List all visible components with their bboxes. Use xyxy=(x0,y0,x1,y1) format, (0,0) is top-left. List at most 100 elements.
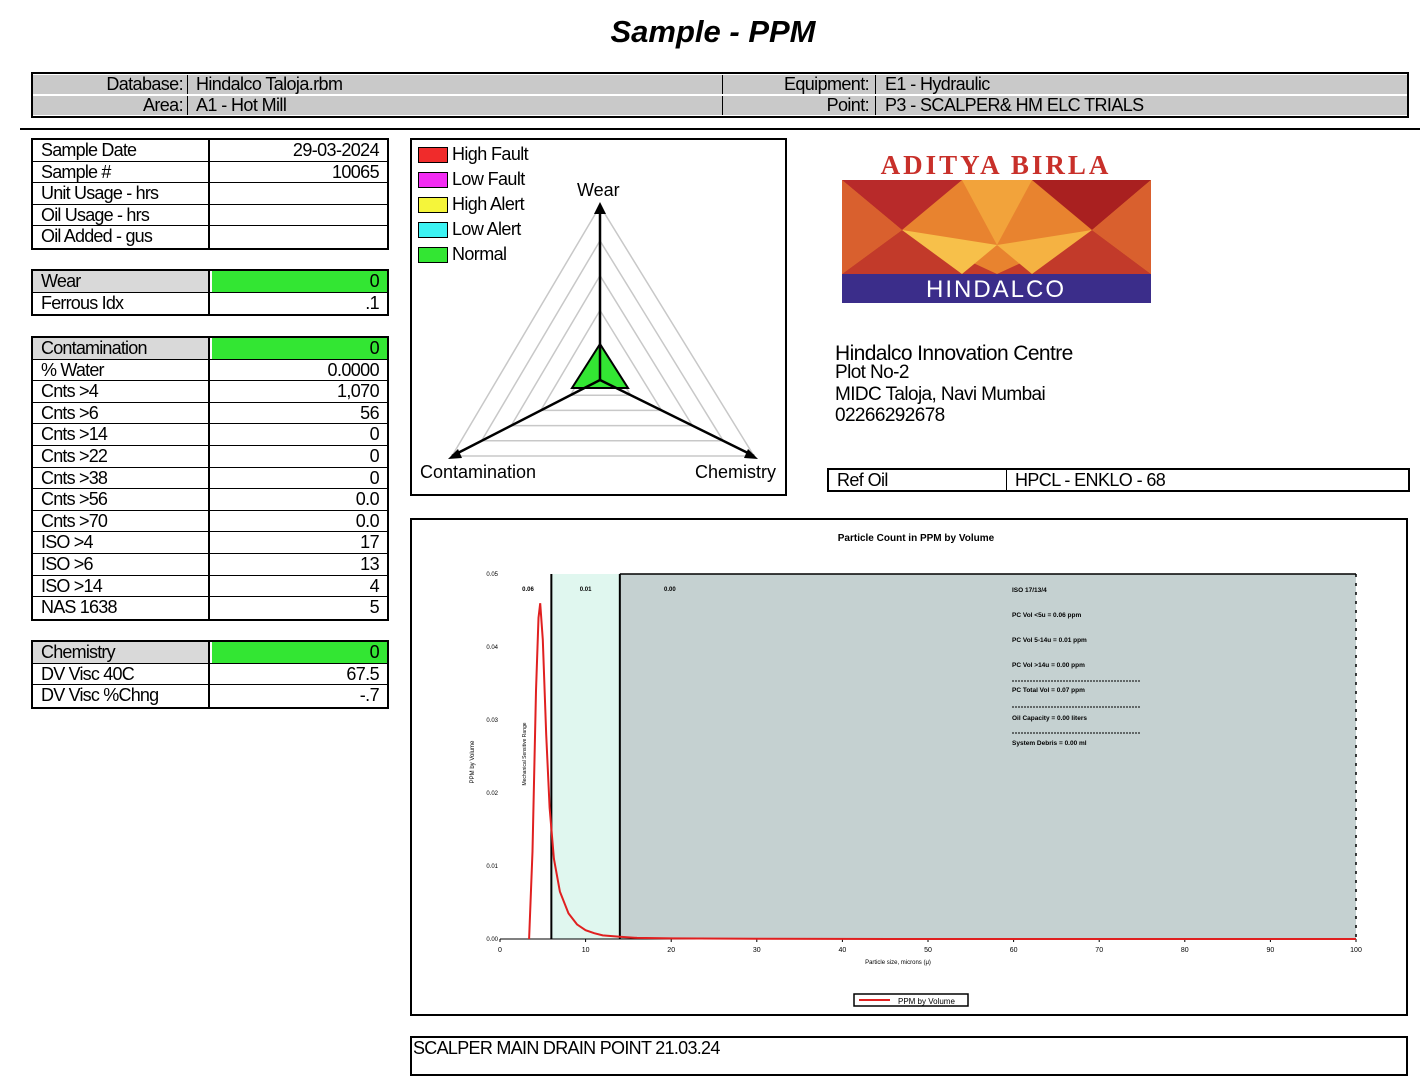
table-row: Oil Added - gus xyxy=(33,226,387,248)
row-value: 29-03-2024 xyxy=(292,140,380,160)
row-value: 67.5 xyxy=(346,663,379,684)
chart-y-axis-label: PPM by Volume xyxy=(470,740,476,783)
band-label: 0.06 xyxy=(522,587,534,593)
y-tick-label: 0.03 xyxy=(486,718,498,724)
chart-annotation: PC Total Vol = 0.07 ppm xyxy=(1012,687,1085,694)
row-value: 0 xyxy=(212,338,387,359)
contamination-table: Contamination 0% Water 0.0000 Cnts >4 1,070 C… xyxy=(31,336,389,621)
row-value xyxy=(212,205,387,226)
row-value: 4 xyxy=(369,575,380,596)
row-label: Contamination xyxy=(33,338,210,359)
table-row: Oil Usage - hrs xyxy=(33,204,387,227)
table-row: Cnts >22 0 xyxy=(33,445,387,468)
table-row: Cnts >56 0.0 xyxy=(33,489,387,511)
comment-text: SCALPER MAIN DRAIN POINT 21.03.24 xyxy=(413,1038,720,1058)
chart-annotation: PC Vol <5u = 0.06 ppm xyxy=(1012,612,1081,619)
lab-address-line1: Plot No-2 xyxy=(835,362,909,383)
table-row: DV Visc %Chng -.7 xyxy=(33,685,387,707)
header-table: Database: Hindalco Taloja.rbm Equipment:… xyxy=(31,72,1409,118)
ref-oil-label: Ref Oil xyxy=(829,470,1007,490)
chemistry-table: Chemistry 0 DV Visc 40C 67.5 DV Visc %Chng -.… xyxy=(31,640,389,709)
mechanical-range-label: Mechanical Sensitive Range xyxy=(522,722,528,785)
band-label: 0.00 xyxy=(664,587,676,593)
x-tick-label: 30 xyxy=(753,947,761,954)
radar-grid xyxy=(450,204,756,457)
row-label: Cnts >22 xyxy=(33,445,210,467)
row-label: Cnts >4 xyxy=(33,381,210,402)
row-label: ISO >6 xyxy=(33,553,210,575)
row-label: DV Visc 40C xyxy=(33,663,210,685)
lab-address-line2: MIDC Taloja, Navi Mumbai xyxy=(835,384,1046,405)
table-row: Cnts >4 1,070 xyxy=(33,381,387,403)
ref-oil-value: HPCL - ENKLO - 68 xyxy=(1015,470,1166,490)
logo-name-text: HINDALCO xyxy=(926,276,1066,303)
y-tick-label: 0.05 xyxy=(486,572,498,578)
particle-count-chart: Particle Count in PPM by Volume 0.06 0.01… xyxy=(470,533,1362,1007)
radar-axis-chemistry: Chemistry xyxy=(695,462,776,482)
row-value: 0 xyxy=(369,424,380,445)
table-row: Wear 0 xyxy=(33,271,387,293)
chart-annotation: ISO 17/13/4 xyxy=(1012,587,1047,594)
row-value: -.7 xyxy=(359,685,380,706)
table-row: Cnts >70 0.0 xyxy=(33,510,387,533)
x-tick-label: 40 xyxy=(839,947,847,954)
row-value: 0 xyxy=(212,271,387,292)
table-row: Sample Date 29-03-2024 xyxy=(33,140,387,162)
row-value: .1 xyxy=(365,292,379,313)
row-label: Unit Usage - hrs xyxy=(33,183,210,204)
row-value: 5 xyxy=(369,597,380,618)
x-tick-label: 60 xyxy=(1010,947,1018,954)
table-row: DV Visc 40C 67.5 xyxy=(33,663,387,686)
chart-legend-label: PPM by Volume xyxy=(898,997,955,1006)
row-value: 17 xyxy=(360,532,379,553)
area-label: Area: xyxy=(142,96,183,115)
radar-panel: High Fault Low Fault High Alert Low Alert No… xyxy=(410,138,787,496)
band-label: 0.01 xyxy=(580,587,592,593)
sample-info-table: Sample Date 29-03-2024 Sample # 10065 Unit U… xyxy=(31,138,389,250)
row-label: Sample # xyxy=(33,161,210,183)
plot-region-mid-particles xyxy=(551,574,620,939)
table-row: Contamination 0 xyxy=(33,338,387,360)
row-value: 10065 xyxy=(331,161,380,182)
y-tick-label: 0.01 xyxy=(486,864,498,870)
header-row-database: Database: Hindalco Taloja.rbm Equipment:… xyxy=(33,75,1407,94)
row-label: Oil Added - gus xyxy=(33,226,210,248)
logo-brand-text: ADITYA BIRLA xyxy=(881,150,1112,180)
chart-annotation: Oil Capacity = 0.00 liters xyxy=(1012,715,1087,722)
ref-oil-row: Ref Oil HPCL - ENKLO - 68 xyxy=(827,468,1410,492)
aditya-birla-hindalco-logo: ADITYA BIRLA HINDALCO xyxy=(842,150,1151,303)
y-tick-label: 0.04 xyxy=(486,645,498,651)
table-row: NAS 1638 5 xyxy=(33,597,387,619)
row-value: 0.0 xyxy=(355,489,380,510)
lab-name: Hindalco Innovation Centre xyxy=(835,342,1073,365)
comment-box: SCALPER MAIN DRAIN POINT 21.03.24 xyxy=(410,1036,1408,1076)
y-tick-label: 0.00 xyxy=(486,937,498,943)
chart-x-axis-label: Particle size, microns (μ) xyxy=(865,960,931,966)
row-value xyxy=(212,226,387,248)
row-label: Cnts >56 xyxy=(33,489,210,510)
table-row: ISO >4 17 xyxy=(33,532,387,554)
point-value: P3 - SCALPER& HM ELC TRIALS xyxy=(885,96,1144,115)
row-value: 0 xyxy=(212,642,387,663)
table-row: ISO >6 13 xyxy=(33,553,387,576)
chart-title: Particle Count in PPM by Volume xyxy=(838,533,995,544)
database-value: Hindalco Taloja.rbm xyxy=(196,75,343,94)
equipment-label: Equipment: xyxy=(783,75,869,94)
table-row: Sample # 10065 xyxy=(33,161,387,184)
row-value: 0.0000 xyxy=(327,359,380,380)
row-value: 0.0 xyxy=(355,510,380,531)
point-label: Point: xyxy=(826,96,869,115)
row-label: ISO >4 xyxy=(33,532,210,553)
row-value: 0 xyxy=(369,467,380,488)
chart-annotation: System Debris = 0.00 ml xyxy=(1012,740,1087,747)
y-tick-label: 0.02 xyxy=(486,791,498,797)
row-label: Oil Usage - hrs xyxy=(33,204,210,226)
x-tick-label: 100 xyxy=(1350,947,1362,954)
row-value: 0 xyxy=(369,445,380,466)
radar-chart: Wear Contamination Chemistry xyxy=(420,180,776,482)
x-tick-label: 90 xyxy=(1267,947,1275,954)
radar-axis-wear: Wear xyxy=(577,180,620,200)
row-label: Cnts >14 xyxy=(33,424,210,445)
table-row: Ferrous Idx .1 xyxy=(33,292,387,315)
table-row: Chemistry 0 xyxy=(33,642,387,664)
